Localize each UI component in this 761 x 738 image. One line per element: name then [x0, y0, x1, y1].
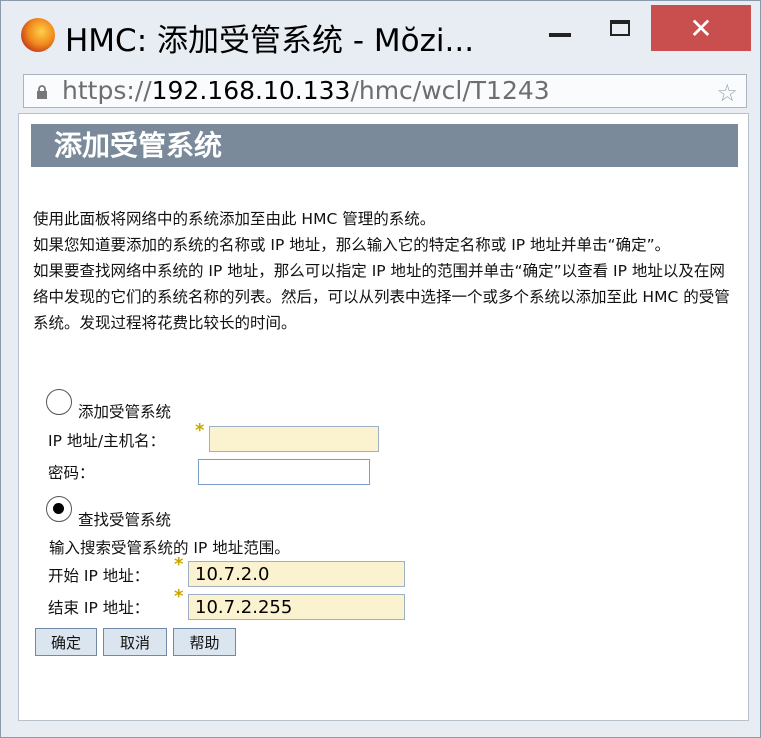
close-button[interactable]: ✕ [651, 5, 751, 51]
ip-hostname-label: IP 地址/主机名： [48, 432, 166, 450]
maximize-button[interactable] [595, 5, 645, 51]
url-path: /hmc/wcl/T1243 [350, 76, 550, 105]
ok-button[interactable]: 确定 [35, 628, 97, 656]
add-system-label: 添加受管系统 [78, 403, 172, 421]
url-text: https://192.168.10.133/hmc/wcl/T1243 [62, 76, 550, 105]
start-ip-input[interactable] [188, 561, 405, 587]
end-ip-input[interactable] [188, 594, 405, 620]
address-bar[interactable]: https://192.168.10.133/hmc/wcl/T1243 ☆ [23, 74, 747, 108]
firefox-icon [21, 18, 55, 52]
url-protocol: https:// [62, 76, 152, 105]
window-title: HMC: 添加受管系统 - Mŏzi... [65, 23, 475, 59]
find-system-radio[interactable] [46, 496, 72, 522]
cancel-button[interactable]: 取消 [103, 628, 167, 656]
help-button[interactable]: 帮助 [173, 628, 236, 656]
title-bar: HMC: 添加受管系统 - Mŏzi... ✕ [1, 1, 760, 69]
end-ip-label: 结束 IP 地址： [48, 599, 150, 617]
required-marker: * [174, 586, 184, 607]
add-system-radio[interactable] [46, 389, 72, 415]
find-system-label: 查找受管系统 [78, 511, 172, 529]
description-line-3: 如果要查找网络中系统的 IP 地址，那么可以指定 IP 地址的范围并单击“确定”… [33, 262, 730, 332]
description: 使用此面板将网络中的系统添加至由此 HMC 管理的系统。 如果您知道要添加的系统… [33, 206, 733, 336]
range-hint: 输入搜索受管系统的 IP 地址范围。 [49, 539, 290, 557]
url-host: 192.168.10.133 [151, 76, 351, 105]
description-line-1: 使用此面板将网络中的系统添加至由此 HMC 管理的系统。 [33, 210, 436, 228]
lock-icon [37, 85, 47, 99]
start-ip-label: 开始 IP 地址： [48, 567, 150, 585]
minimize-icon [549, 33, 571, 37]
password-input[interactable] [198, 459, 370, 485]
ip-hostname-input[interactable] [209, 426, 379, 452]
browser-window: HMC: 添加受管系统 - Mŏzi... ✕ https://192.168.… [0, 0, 761, 738]
bookmark-star-icon[interactable]: ☆ [716, 79, 738, 107]
dialog-content: 添加受管系统 使用此面板将网络中的系统添加至由此 HMC 管理的系统。 如果您知… [18, 113, 749, 721]
password-label: 密码： [48, 464, 95, 482]
close-icon: ✕ [689, 11, 713, 45]
required-marker: * [174, 554, 184, 575]
minimize-button[interactable] [535, 5, 585, 51]
required-marker: * [195, 420, 205, 441]
panel-header: 添加受管系统 [31, 124, 738, 167]
radio-selected-dot [53, 503, 64, 514]
description-line-2: 如果您知道要添加的系统的名称或 IP 地址，那么输入它的特定名称或 IP 地址并… [33, 236, 671, 254]
maximize-icon [610, 20, 630, 36]
